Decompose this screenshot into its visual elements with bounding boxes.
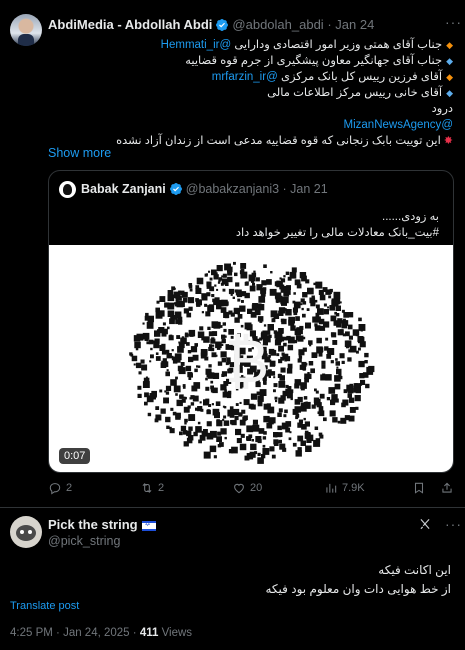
orange-diamond-icon: ◆ <box>446 72 453 82</box>
more-options-icon[interactable]: ··· <box>445 14 462 30</box>
post-full-date[interactable]: Jan 24, 2025 <box>63 627 130 639</box>
quote-author-avatar[interactable] <box>59 181 76 198</box>
post-line: ◆جناب آقای همتی وزیر امور اقتصادی ودارای… <box>160 39 453 51</box>
post-time[interactable]: 4:25 PM <box>10 627 53 639</box>
divider <box>0 507 465 508</box>
post-line: ◆آقای خانی رییس مرکز اطلاعات مالی <box>267 87 453 99</box>
post-body: ◆جناب آقای همتی وزیر امور اقتصادی ودارای… <box>53 37 453 149</box>
bookmark-button[interactable] <box>412 481 426 495</box>
orange-diamond-icon: ◆ <box>446 40 453 50</box>
israel-flag-icon <box>141 520 156 531</box>
reply-author-name[interactable]: Pick the string <box>48 517 138 532</box>
quote-author-name[interactable]: Babak Zanjani <box>81 182 166 196</box>
mention-link[interactable]: @Hemmati_ir <box>161 39 231 51</box>
post-line: ◆آقای فرزین رییس کل بانک مرکزی @mrfarzin… <box>211 71 453 83</box>
reply-count: 2 <box>66 482 73 494</box>
reply-icon <box>49 483 61 495</box>
repost-icon <box>142 483 152 493</box>
views-chart-icon <box>326 483 337 493</box>
reply-author-handle[interactable]: @pick_string <box>48 534 120 548</box>
quote-header: Babak Zanjani @babakzanjani3 · Jan 21 <box>81 182 328 196</box>
post-line: ✸این توییت بابک زنجانی که قوه قضاییه مدع… <box>116 135 453 147</box>
quote-body: به زودی...... #بیت_بانک معادلات مالی را … <box>235 211 439 239</box>
more-options-icon[interactable]: ··· <box>445 516 462 532</box>
post-date[interactable]: Jan 24 <box>335 17 374 32</box>
quote-date[interactable]: Jan 21 <box>290 182 328 196</box>
reply-button[interactable]: 2 <box>48 481 72 495</box>
repost-button[interactable]: 2 <box>140 481 164 495</box>
views-button[interactable]: 7.9K <box>324 481 365 495</box>
video-duration: 0:07 <box>59 448 91 464</box>
quoted-post[interactable]: Babak Zanjani @babakzanjani3 · Jan 21 به… <box>48 170 454 473</box>
blue-diamond-icon: ◆ <box>446 56 453 66</box>
action-bar: 2 2 20 7.9K <box>48 481 454 499</box>
mention-link[interactable]: @MizanNewsAgency <box>344 119 453 131</box>
video-frame-particle-logo: ₿ <box>129 261 375 464</box>
grok-icon[interactable] <box>418 517 432 531</box>
greeting-line: درود <box>431 103 453 115</box>
reply-body: این اکانت فیکه از خط هوایی دات وان معلوم… <box>265 563 451 596</box>
like-count: 20 <box>250 482 263 494</box>
verified-badge-icon <box>169 183 182 195</box>
author-handle[interactable]: @abdolah_abdi <box>232 17 323 32</box>
reply-author-avatar[interactable] <box>10 516 42 548</box>
dot-separator: · <box>323 17 336 32</box>
views-count: 7.9K <box>342 482 365 494</box>
bookmark-icon <box>414 482 424 494</box>
repost-count: 2 <box>158 482 165 494</box>
video-player[interactable]: ₿ 0:07 <box>49 245 453 472</box>
quote-author-handle[interactable]: @babakzanjani3 <box>186 182 279 196</box>
post-line: ◆جناب آقای جهانگیر معاون پیشگیری از جرم … <box>185 55 453 67</box>
like-button[interactable]: 20 <box>232 481 262 495</box>
translate-post-link[interactable]: Translate post <box>10 600 79 612</box>
svg-text:₿: ₿ <box>225 327 269 397</box>
views-label: Views <box>161 627 193 639</box>
show-more-link[interactable]: Show more <box>48 146 111 160</box>
dot-separator: · <box>279 182 291 196</box>
share-button[interactable] <box>440 481 454 495</box>
views-total: 411 <box>139 627 159 639</box>
share-icon <box>442 482 452 493</box>
blue-diamond-icon: ◆ <box>446 88 453 98</box>
reply-author-name-row: Pick the string <box>48 517 156 532</box>
collision-icon: ✸ <box>443 135 453 147</box>
heart-icon <box>234 483 244 494</box>
post-meta: 4:25 PM · Jan 24, 2025 · 411 Views <box>10 627 193 639</box>
post-header: AbdiMedia - Abdollah Abdi @abdolah_abdi … <box>48 17 374 32</box>
author-avatar[interactable] <box>10 14 42 46</box>
verified-badge-icon <box>216 18 229 31</box>
author-name[interactable]: AbdiMedia - Abdollah Abdi <box>48 17 212 32</box>
mention-link[interactable]: @mrfarzin_ir <box>212 71 278 83</box>
